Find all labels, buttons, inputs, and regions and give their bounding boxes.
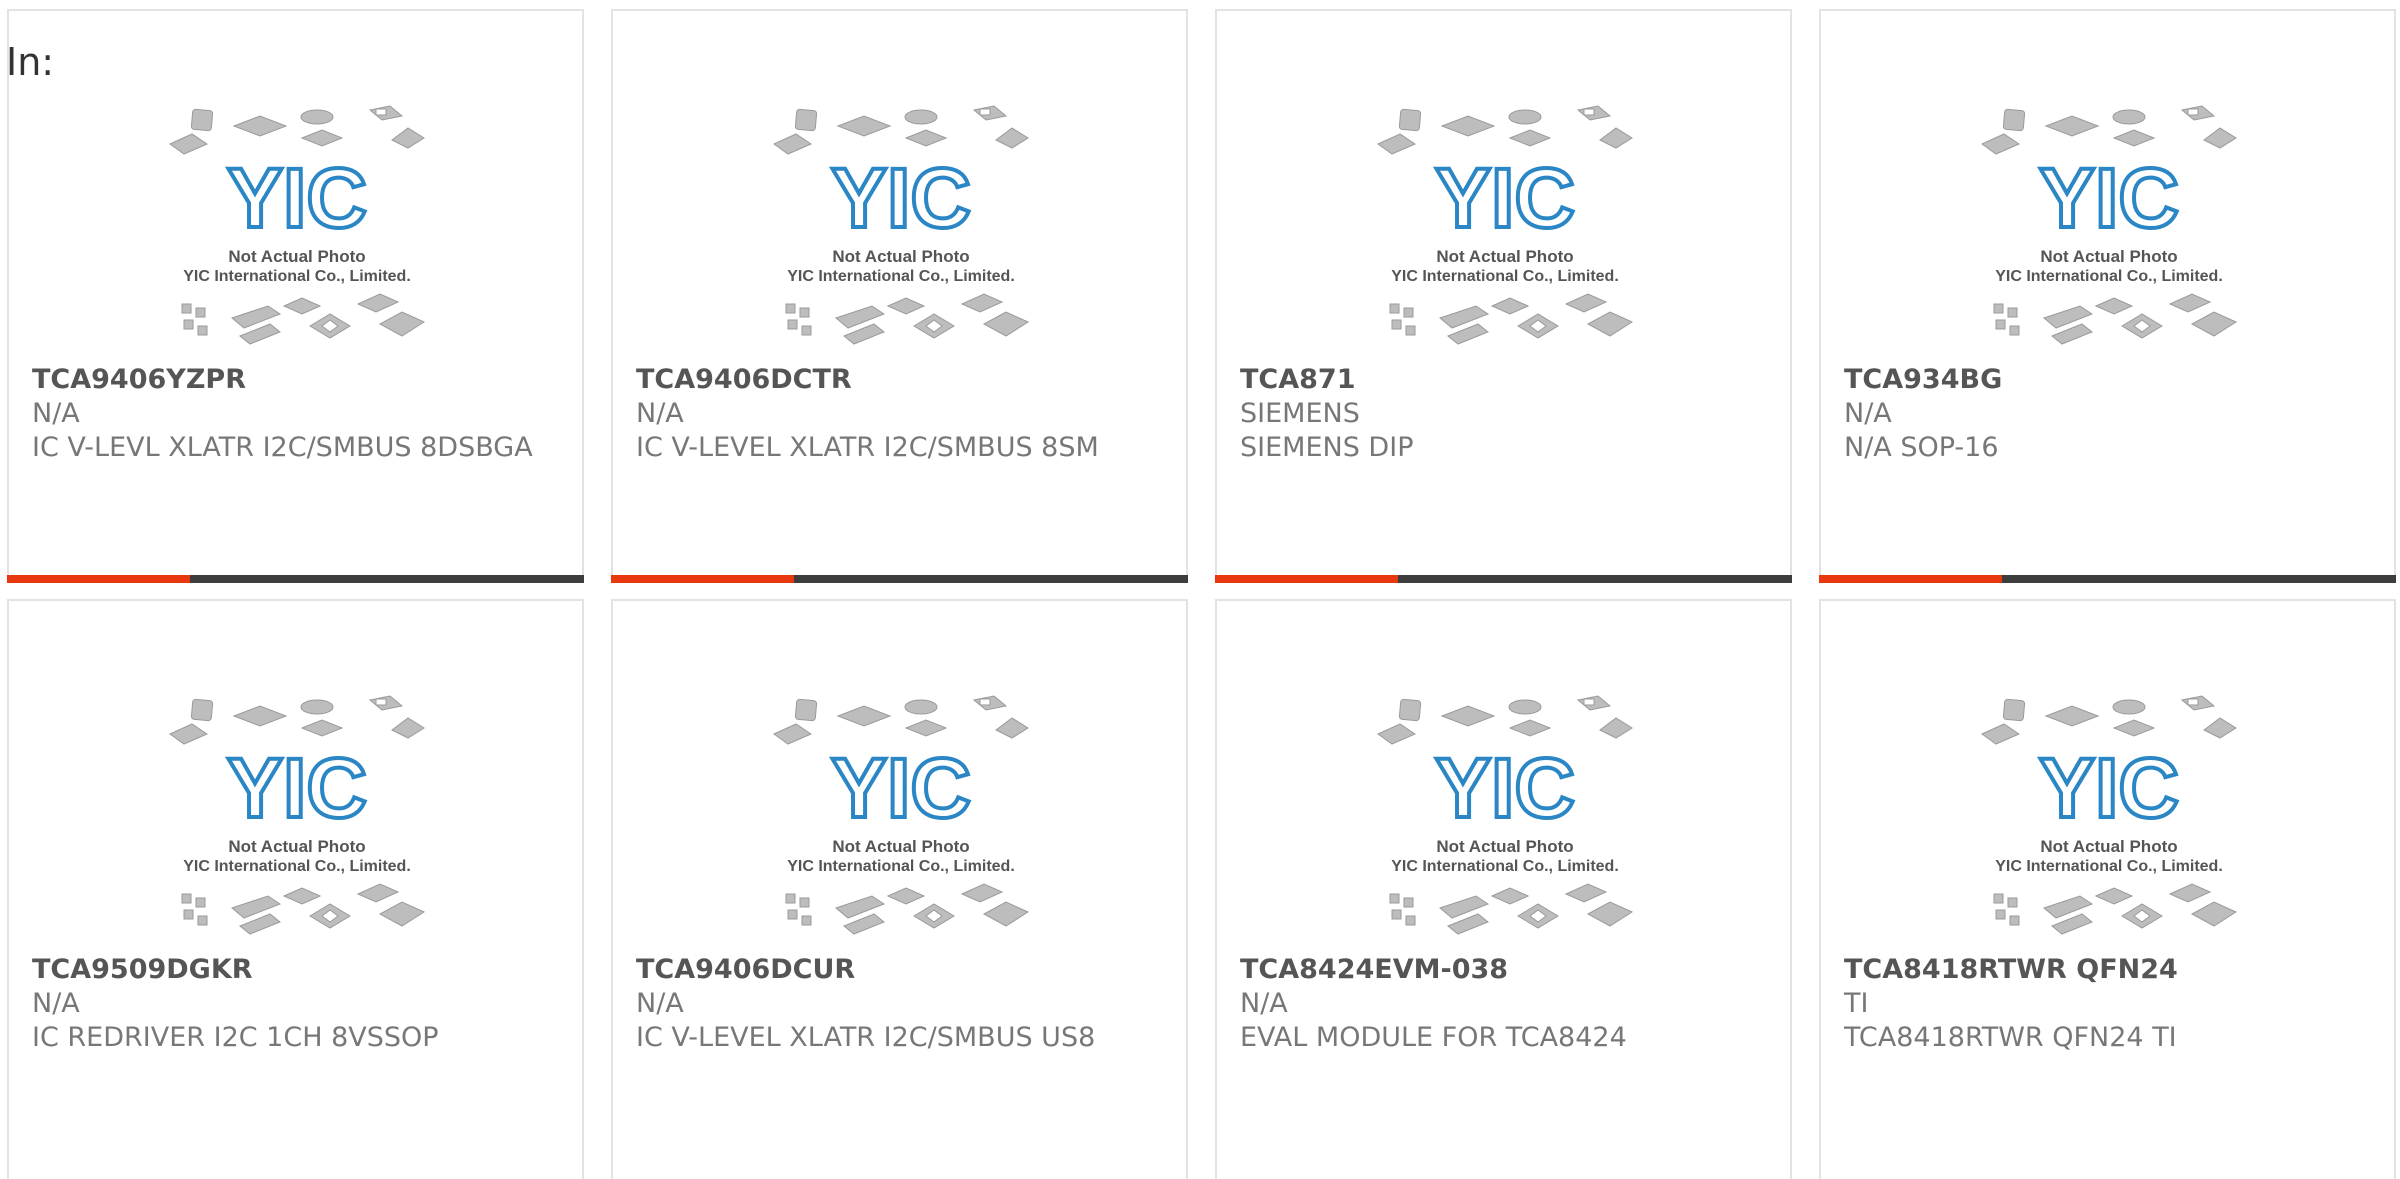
- product-info: TCA934BG N/A N/A SOP-16: [1844, 363, 2374, 465]
- description-text: TCA8418RTWR QFN24 TI: [1844, 1022, 2177, 1053]
- page-label: In:: [6, 40, 55, 84]
- chip-packages-icon: YIC Not Actual Photo YIC International C…: [773, 695, 1030, 935]
- product-info: TCA8418RTWR QFN24 TI TCA8418RTWR QFN24 T…: [1844, 953, 2374, 1055]
- not-actual-photo-image: YIC Not Actual Photo YIC International C…: [1370, 102, 1640, 352]
- placeholder-caption-1: Not Actual Photo: [228, 837, 365, 856]
- not-actual-photo-image: YIC Not Actual Photo YIC International C…: [1974, 692, 2244, 942]
- placeholder-caption-1: Not Actual Photo: [832, 837, 969, 856]
- part-number-link[interactable]: TCA8418RTWR QFN24: [1844, 953, 2374, 987]
- card-accent-bar: [1215, 575, 1398, 583]
- placeholder-caption-2: YIC International Co., Limited.: [787, 858, 1015, 875]
- part-number-link[interactable]: TCA871: [1240, 363, 1770, 397]
- product-info: TCA9406DCUR N/A IC V-LEVEL XLATR I2C/SMB…: [636, 953, 1166, 1055]
- product-card[interactable]: YIC Not Actual Photo YIC International C…: [7, 9, 584, 583]
- card-accent-bar: [611, 575, 794, 583]
- product-card[interactable]: YIC Not Actual Photo YIC International C…: [1215, 599, 1792, 1179]
- product-info: TCA9406DCTR N/A IC V-LEVEL XLATR I2C/SMB…: [636, 363, 1166, 465]
- part-number-link[interactable]: TCA9406YZPR: [32, 363, 562, 397]
- product-info: TCA871 SIEMENS SIEMENS DIP: [1240, 363, 1770, 465]
- product-info: TCA9406YZPR N/A IC V-LEVL XLATR I2C/SMBU…: [32, 363, 562, 465]
- chip-packages-icon: YIC Not Actual Photo YIC International C…: [1981, 105, 2238, 345]
- placeholder-caption-2: YIC International Co., Limited.: [1391, 268, 1619, 285]
- not-actual-photo-image: YIC Not Actual Photo YIC International C…: [766, 692, 1036, 942]
- description-text: IC REDRIVER I2C 1CH 8VSSOP: [32, 1022, 439, 1053]
- description-text: SIEMENS DIP: [1240, 432, 1414, 463]
- card-bottom-bar: [611, 575, 1188, 583]
- product-card[interactable]: YIC Not Actual Photo YIC International C…: [611, 599, 1188, 1179]
- chip-packages-icon: YIC Not Actual Photo YIC International C…: [169, 105, 426, 345]
- placeholder-caption-1: Not Actual Photo: [832, 247, 969, 266]
- card-accent-bar: [7, 575, 190, 583]
- manufacturer-text: SIEMENS: [1240, 398, 1360, 429]
- not-actual-photo-image: YIC Not Actual Photo YIC International C…: [162, 692, 432, 942]
- placeholder-caption-1: Not Actual Photo: [1436, 837, 1573, 856]
- product-card[interactable]: YIC Not Actual Photo YIC International C…: [1819, 599, 2396, 1179]
- placeholder-caption-2: YIC International Co., Limited.: [183, 858, 411, 875]
- not-actual-photo-image: YIC Not Actual Photo YIC International C…: [1974, 102, 2244, 352]
- placeholder-caption-1: Not Actual Photo: [1436, 247, 1573, 266]
- part-number-link[interactable]: TCA9406DCUR: [636, 953, 1166, 987]
- manufacturer-text: N/A: [636, 988, 684, 1019]
- product-card[interactable]: YIC Not Actual Photo YIC International C…: [1215, 9, 1792, 583]
- product-grid: YIC Not Actual Photo YIC International C…: [0, 0, 2400, 1179]
- product-card[interactable]: YIC Not Actual Photo YIC International C…: [7, 599, 584, 1179]
- card-bottom-bar: [1819, 575, 2396, 583]
- not-actual-photo-image: YIC Not Actual Photo YIC International C…: [162, 102, 432, 352]
- yic-logo: YIC: [1435, 741, 1575, 835]
- yic-logo: YIC: [2039, 741, 2179, 835]
- product-info: TCA8424EVM-038 N/A EVAL MODULE FOR TCA84…: [1240, 953, 1770, 1055]
- placeholder-caption-2: YIC International Co., Limited.: [1995, 268, 2223, 285]
- description-text: IC V-LEVEL XLATR I2C/SMBUS US8: [636, 1022, 1096, 1053]
- yic-logo: YIC: [1435, 151, 1575, 245]
- manufacturer-text: TI: [1844, 988, 1869, 1019]
- part-number-link[interactable]: TCA9406DCTR: [636, 363, 1166, 397]
- description-text: IC V-LEVEL XLATR I2C/SMBUS 8SM: [636, 432, 1099, 463]
- part-number-link[interactable]: TCA9509DGKR: [32, 953, 562, 987]
- placeholder-caption-2: YIC International Co., Limited.: [183, 268, 411, 285]
- chip-packages-icon: YIC Not Actual Photo YIC International C…: [1981, 695, 2238, 935]
- chip-packages-icon: YIC Not Actual Photo YIC International C…: [169, 695, 426, 935]
- manufacturer-text: N/A: [1844, 398, 1892, 429]
- not-actual-photo-image: YIC Not Actual Photo YIC International C…: [1370, 692, 1640, 942]
- manufacturer-text: N/A: [636, 398, 684, 429]
- yic-logo: YIC: [227, 741, 367, 835]
- chip-packages-icon: YIC Not Actual Photo YIC International C…: [773, 105, 1030, 345]
- placeholder-caption-1: Not Actual Photo: [2040, 247, 2177, 266]
- placeholder-caption-2: YIC International Co., Limited.: [1995, 858, 2223, 875]
- placeholder-caption-2: YIC International Co., Limited.: [1391, 858, 1619, 875]
- description-text: IC V-LEVL XLATR I2C/SMBUS 8DSBGA: [32, 432, 533, 463]
- not-actual-photo-image: YIC Not Actual Photo YIC International C…: [766, 102, 1036, 352]
- product-info: TCA9509DGKR N/A IC REDRIVER I2C 1CH 8VSS…: [32, 953, 562, 1055]
- card-bottom-bar: [1215, 575, 1792, 583]
- yic-logo: YIC: [227, 151, 367, 245]
- placeholder-caption-1: Not Actual Photo: [2040, 837, 2177, 856]
- yic-logo: YIC: [831, 151, 971, 245]
- manufacturer-text: N/A: [32, 988, 80, 1019]
- product-card[interactable]: YIC Not Actual Photo YIC International C…: [611, 9, 1188, 583]
- manufacturer-text: N/A: [32, 398, 80, 429]
- product-card[interactable]: YIC Not Actual Photo YIC International C…: [1819, 9, 2396, 583]
- part-number-link[interactable]: TCA934BG: [1844, 363, 2374, 397]
- card-accent-bar: [1819, 575, 2002, 583]
- placeholder-caption-2: YIC International Co., Limited.: [787, 268, 1015, 285]
- chip-packages-icon: YIC Not Actual Photo YIC International C…: [1377, 105, 1634, 345]
- yic-logo: YIC: [2039, 151, 2179, 245]
- chip-packages-icon: YIC Not Actual Photo YIC International C…: [1377, 695, 1634, 935]
- part-number-link[interactable]: TCA8424EVM-038: [1240, 953, 1770, 987]
- yic-logo: YIC: [831, 741, 971, 835]
- description-text: N/A SOP-16: [1844, 432, 1999, 463]
- card-bottom-bar: [7, 575, 584, 583]
- manufacturer-text: N/A: [1240, 988, 1288, 1019]
- description-text: EVAL MODULE FOR TCA8424: [1240, 1022, 1627, 1053]
- placeholder-caption-1: Not Actual Photo: [228, 247, 365, 266]
